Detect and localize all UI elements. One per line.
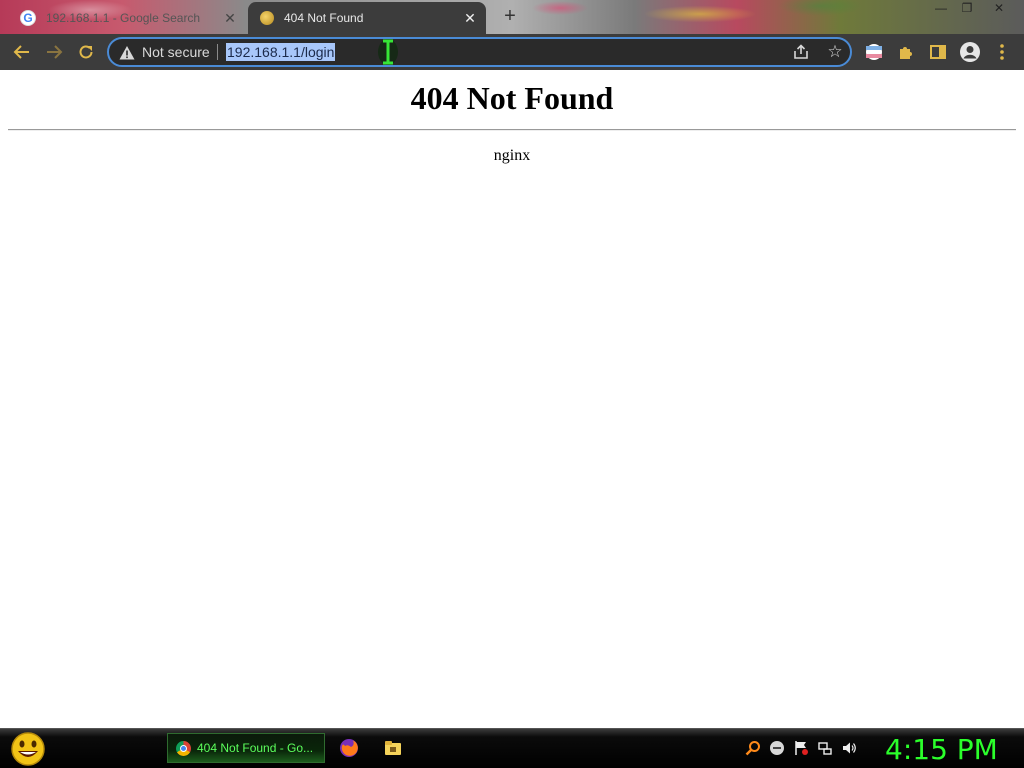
puzzle-icon xyxy=(900,47,912,59)
tab-title: 404 Not Found xyxy=(284,11,364,25)
minimize-button[interactable]: — xyxy=(928,0,954,16)
taskbar-chrome-window[interactable]: 404 Not Found - Go... xyxy=(167,733,325,763)
tab-strip: G 192.168.1.1 - Google Search ✕ 404 Not … xyxy=(0,0,1024,34)
text-cursor-icon xyxy=(378,39,398,65)
account-button[interactable] xyxy=(959,41,981,63)
star-icon[interactable]: ☆ xyxy=(825,42,845,62)
profile-flag-button[interactable] xyxy=(863,41,885,63)
address-bar[interactable]: Not secure 192.168.1.1/login ☆ xyxy=(107,37,852,67)
new-tab-button[interactable]: + xyxy=(500,6,520,26)
close-window-button[interactable]: ✕ xyxy=(986,0,1012,16)
taskbar: 404 Not Found - Go... 4:15 PM xyxy=(0,728,1024,768)
forward-button[interactable] xyxy=(42,40,66,64)
smiley-start-icon[interactable] xyxy=(9,731,47,767)
ethernet-icon[interactable] xyxy=(817,740,833,756)
kebab-menu-icon xyxy=(1000,44,1004,60)
side-panel-icon xyxy=(930,45,946,59)
tab-google-search[interactable]: G 192.168.1.1 - Google Search ✕ xyxy=(8,2,246,34)
page-divider xyxy=(8,129,1016,131)
extensions-button[interactable] xyxy=(895,41,917,63)
chrome-icon xyxy=(176,740,191,756)
back-button[interactable] xyxy=(10,40,34,64)
site-favicon-icon xyxy=(260,11,274,25)
search-icon[interactable] xyxy=(745,740,761,756)
network-icon[interactable] xyxy=(769,740,785,756)
maximize-button[interactable]: ❐ xyxy=(954,0,980,16)
url-text[interactable]: 192.168.1.1/login xyxy=(226,43,336,61)
omnibox-divider xyxy=(217,44,218,60)
page-heading: 404 Not Found xyxy=(410,80,614,116)
warning-icon[interactable] xyxy=(119,45,135,61)
security-status-label[interactable]: Not secure xyxy=(142,44,210,60)
back-arrow-icon xyxy=(13,45,29,59)
side-panel-button[interactable] xyxy=(927,41,949,63)
account-icon xyxy=(960,42,980,62)
reload-icon xyxy=(79,45,93,59)
browser-toolbar: Not secure 192.168.1.1/login ☆ xyxy=(0,34,1024,70)
tab-404-not-found[interactable]: 404 Not Found ✕ xyxy=(248,2,486,34)
tab-close-icon[interactable]: ✕ xyxy=(462,10,478,26)
volume-icon[interactable] xyxy=(841,740,857,756)
tab-title: 192.168.1.1 - Google Search xyxy=(46,11,201,25)
share-icon[interactable] xyxy=(792,43,810,61)
page-content: 404 Not Found nginx xyxy=(0,70,1024,728)
forward-arrow-icon xyxy=(47,45,63,59)
server-name: nginx xyxy=(493,147,531,164)
reload-button[interactable] xyxy=(74,40,98,64)
taskbar-window-label: 404 Not Found - Go... xyxy=(197,741,314,755)
menu-button[interactable] xyxy=(992,41,1012,63)
file-explorer-icon[interactable] xyxy=(383,738,403,758)
google-favicon-icon: G xyxy=(20,10,36,26)
action-center-flag-icon[interactable] xyxy=(793,740,809,756)
tab-close-icon[interactable]: ✕ xyxy=(222,10,238,26)
firefox-icon[interactable] xyxy=(339,738,359,758)
flag-icon xyxy=(866,44,882,60)
taskbar-clock[interactable]: 4:15 PM xyxy=(885,733,998,766)
